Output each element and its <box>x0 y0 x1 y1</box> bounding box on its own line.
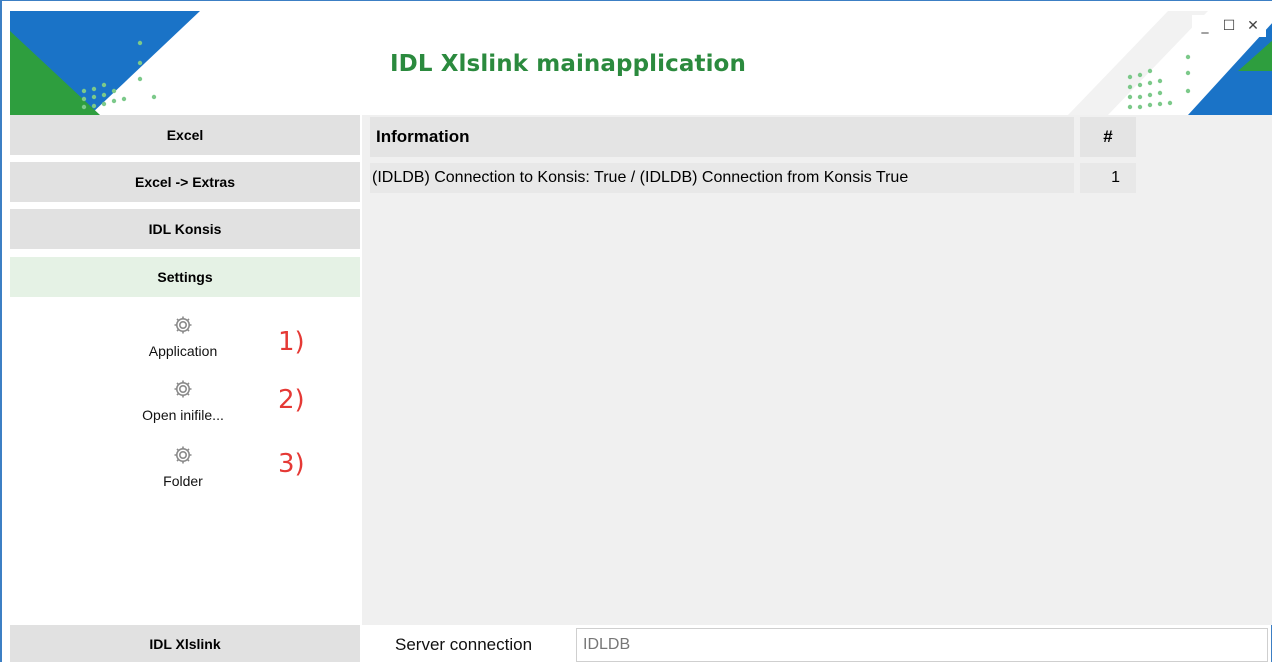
gear-icon <box>174 316 192 334</box>
column-header-information[interactable]: Information <box>370 117 1074 157</box>
server-connection-input[interactable] <box>576 628 1268 662</box>
gear-icon <box>174 446 192 464</box>
column-header-number[interactable]: # <box>1080 117 1136 157</box>
tool-application[interactable]: Application <box>128 313 238 359</box>
footer-idl-xlslink[interactable]: IDL Xlslink <box>10 625 360 662</box>
minimize-button[interactable]: _ <box>1196 17 1214 35</box>
tool-application-label: Application <box>148 343 218 359</box>
main-window: IDL Xlslink mainapplication _ ☐ ✕ Excel … <box>0 0 1272 662</box>
information-grid: Information # (IDLDB) Connection to Kons… <box>362 115 1272 625</box>
tool-open-inifile-label: Open inifile... <box>142 407 224 423</box>
server-connection-label: Server connection <box>395 635 533 654</box>
nav-settings[interactable]: Settings <box>10 257 360 297</box>
sidebar: Excel Excel -> Extras IDL Konsis Setting… <box>10 115 360 662</box>
tool-folder-label: Folder <box>163 473 203 489</box>
gear-icon <box>174 380 192 398</box>
annotation-1: 1) <box>278 327 305 357</box>
annotation-3: 3) <box>278 449 305 479</box>
tool-folder[interactable]: Folder <box>128 443 238 489</box>
nav-excel-extras[interactable]: Excel -> Extras <box>10 162 360 202</box>
header-banner: IDL Xlslink mainapplication _ ☐ ✕ <box>2 1 1272 115</box>
maximize-button[interactable]: ☐ <box>1220 17 1238 35</box>
app-title: IDL Xlslink mainapplication <box>390 51 746 77</box>
close-button[interactable]: ✕ <box>1244 17 1262 35</box>
table-row[interactable]: (IDLDB) Connection to Konsis: True / (ID… <box>370 163 1136 193</box>
nav-idl-konsis[interactable]: IDL Konsis <box>10 209 360 249</box>
logo-left-graphic <box>10 11 256 115</box>
cell-information: (IDLDB) Connection to Konsis: True / (ID… <box>370 163 1074 193</box>
nav-excel[interactable]: Excel <box>10 115 360 155</box>
tool-open-inifile[interactable]: Open inifile... <box>128 377 238 423</box>
cell-number: 1 <box>1080 163 1136 193</box>
grid-header: Information # <box>370 117 1136 157</box>
window-controls: _ ☐ ✕ <box>1192 15 1266 37</box>
annotation-2: 2) <box>278 385 305 415</box>
